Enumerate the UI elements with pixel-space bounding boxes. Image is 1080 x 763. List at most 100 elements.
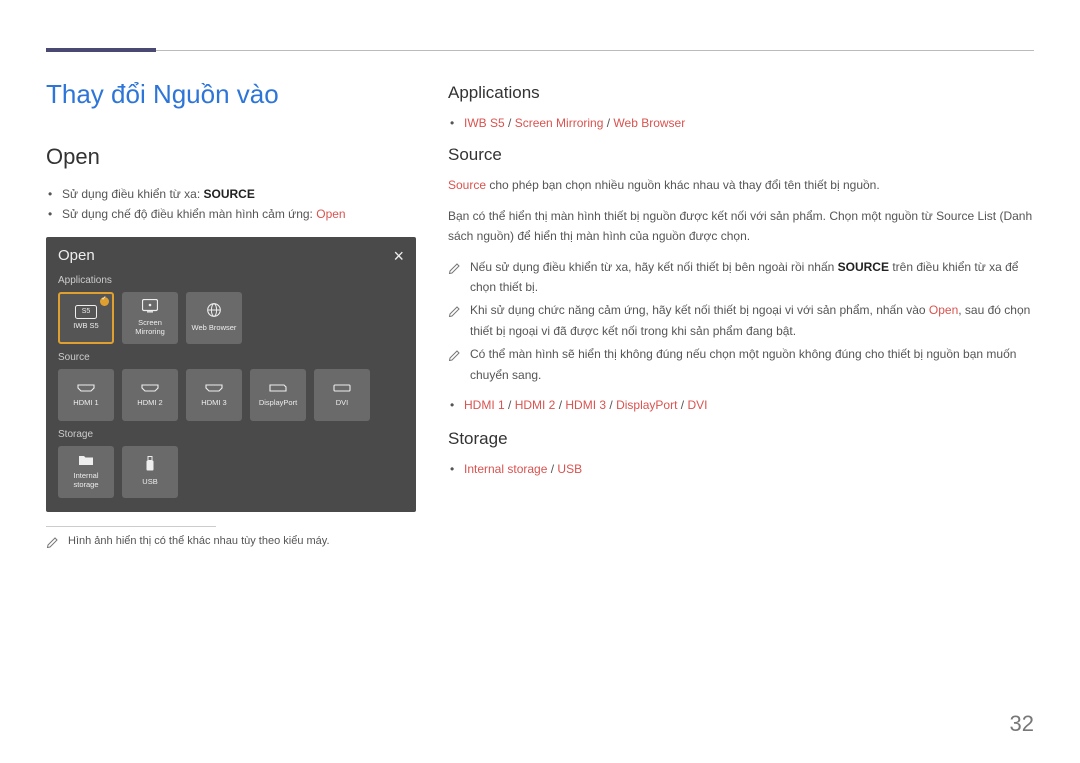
storage-heading: Storage	[448, 429, 1034, 449]
conn-dp: DisplayPort	[616, 398, 677, 412]
source-key: SOURCE	[204, 187, 255, 201]
open-bullets: Sử dụng điều khiển từ xa: SOURCE Sử dụng…	[46, 184, 416, 225]
note-3: Có thể màn hình sẽ hiển thị không đúng n…	[448, 344, 1034, 385]
tile-label: HDMI 2	[137, 399, 162, 408]
dvi-icon	[333, 382, 351, 396]
storage-usb: USB	[557, 462, 582, 476]
hdmi-icon	[77, 382, 95, 396]
left-column: Thay đổi Nguồn vào Open Sử dụng điều khi…	[46, 79, 416, 547]
text: Sử dụng điều khiển từ xa:	[62, 187, 204, 201]
note1-source: SOURCE	[838, 260, 889, 274]
chapter-title: Thay đổi Nguồn vào	[46, 79, 416, 110]
usb-icon	[145, 456, 155, 475]
source-term: Source	[448, 178, 486, 192]
folder-icon	[78, 454, 94, 469]
globe-icon	[206, 302, 222, 321]
conn-hdmi2: HDMI 2	[515, 398, 556, 412]
open-bullet-remote: Sử dụng điều khiển từ xa: SOURCE	[46, 184, 416, 204]
device-title: Open	[58, 247, 95, 264]
storage-list: Internal storage / USB	[448, 459, 1034, 479]
sep: /	[505, 398, 515, 412]
screen-mirroring-icon	[142, 299, 158, 316]
tile-displayport[interactable]: DisplayPort	[250, 369, 306, 421]
pencil-note-icon	[448, 260, 462, 272]
tile-iwb-s5[interactable]: S5 IWB S5	[58, 292, 114, 344]
hdmi-icon	[205, 382, 223, 396]
applications-items: IWB S5 / Screen Mirroring / Web Browser	[448, 113, 1034, 133]
tile-label: HDMI 1	[73, 399, 98, 408]
tile-internal-storage[interactable]: Internal storage	[58, 446, 114, 498]
sep: /	[505, 116, 515, 130]
tile-usb[interactable]: USB	[122, 446, 178, 498]
source-p1-rest: cho phép bạn chọn nhiều nguồn khác nhau …	[486, 178, 880, 192]
device-screenshot: Open × Applications S5 IWB S5 Screen Mir…	[46, 237, 416, 512]
sep: /	[606, 398, 616, 412]
tile-label-bot: Mirroring	[135, 328, 165, 337]
source-notes: Nếu sử dụng điều khiển từ xa, hãy kết nố…	[448, 257, 1034, 385]
applications-heading: Applications	[448, 83, 1034, 103]
tile-label-bot: storage	[73, 481, 98, 490]
sep: /	[603, 116, 613, 130]
footnote: Hình ảnh hiển thị có thể khác nhau tùy t…	[46, 535, 416, 547]
note2-open: Open	[929, 303, 958, 317]
app-browser: Web Browser	[613, 116, 685, 130]
storage-row: Internal storage USB	[58, 446, 404, 498]
tile-label: USB	[142, 478, 157, 487]
conn-hdmi3: HDMI 3	[565, 398, 606, 412]
pencil-note-icon	[448, 303, 462, 315]
displayport-icon	[269, 382, 287, 396]
tile-label: Web Browser	[192, 324, 237, 333]
footnote-text: Hình ảnh hiển thị có thể khác nhau tùy t…	[68, 535, 330, 547]
close-icon[interactable]: ×	[393, 247, 404, 265]
tile-hdmi3[interactable]: HDMI 3	[186, 369, 242, 421]
tile-web-browser[interactable]: Web Browser	[186, 292, 242, 344]
tile-dvi[interactable]: DVI	[314, 369, 370, 421]
note-1: Nếu sử dụng điều khiển từ xa, hãy kết nố…	[448, 257, 1034, 298]
conn-hdmi1: HDMI 1	[464, 398, 505, 412]
pencil-note-icon	[448, 347, 462, 359]
sep: /	[677, 398, 687, 412]
tile-label: DisplayPort	[259, 399, 297, 408]
app-iwb: IWB S5	[464, 116, 505, 130]
sep: /	[547, 462, 557, 476]
open-label: Open	[316, 207, 345, 221]
source-connector-list: HDMI 1 / HDMI 2 / HDMI 3 / DisplayPort /…	[448, 395, 1034, 415]
storage-internal: Internal storage	[464, 462, 547, 476]
device-header: Open ×	[58, 247, 404, 265]
tile-hdmi2[interactable]: HDMI 2	[122, 369, 178, 421]
device-sec-storage: Storage	[58, 429, 404, 440]
footnote-rule	[46, 526, 216, 527]
text: Sử dụng chế độ điều khiển màn hình cảm ứ…	[62, 207, 316, 221]
conn-dvi: DVI	[687, 398, 707, 412]
hdmi-icon	[141, 382, 159, 396]
note3-text: Có thể màn hình sẽ hiển thị không đúng n…	[470, 347, 1016, 381]
applications-row: S5 IWB S5 Screen Mirroring Web Browser	[58, 292, 404, 344]
open-heading: Open	[46, 144, 416, 170]
page-number: 32	[1010, 711, 1034, 737]
device-sec-applications: Applications	[58, 275, 404, 286]
open-bullet-touch: Sử dụng chế độ điều khiển màn hình cảm ứ…	[46, 204, 416, 224]
app-mirroring: Screen Mirroring	[515, 116, 604, 130]
tile-label: IWB S5	[73, 322, 98, 331]
source-heading: Source	[448, 145, 1034, 165]
storage-items: Internal storage / USB	[448, 459, 1034, 479]
right-column: Applications IWB S5 / Screen Mirroring /…	[448, 79, 1034, 547]
tile-label: HDMI 3	[201, 399, 226, 408]
iwb-box-icon: S5	[75, 305, 97, 319]
note-2: Khi sử dụng chức năng cảm ứng, hãy kết n…	[448, 300, 1034, 341]
applications-list: IWB S5 / Screen Mirroring / Web Browser	[448, 113, 1034, 133]
thin-rule	[46, 50, 1034, 51]
note2-a: Khi sử dụng chức năng cảm ứng, hãy kết n…	[470, 303, 929, 317]
pencil-note-icon	[46, 536, 60, 548]
tile-label: DVI	[336, 399, 349, 408]
device-sec-source: Source	[58, 352, 404, 363]
header-rule	[46, 50, 1034, 51]
tile-hdmi1[interactable]: HDMI 1	[58, 369, 114, 421]
source-row: HDMI 1 HDMI 2 HDMI 3 DisplayPort DVI	[58, 369, 404, 421]
note1-a: Nếu sử dụng điều khiển từ xa, hãy kết nố…	[470, 260, 838, 274]
two-column-layout: Thay đổi Nguồn vào Open Sử dụng điều khi…	[46, 79, 1034, 547]
sep: /	[555, 398, 565, 412]
tile-screen-mirroring[interactable]: Screen Mirroring	[122, 292, 178, 344]
source-p1: Source cho phép bạn chọn nhiều nguồn khá…	[448, 175, 1034, 195]
bold-rule-segment	[46, 48, 156, 52]
